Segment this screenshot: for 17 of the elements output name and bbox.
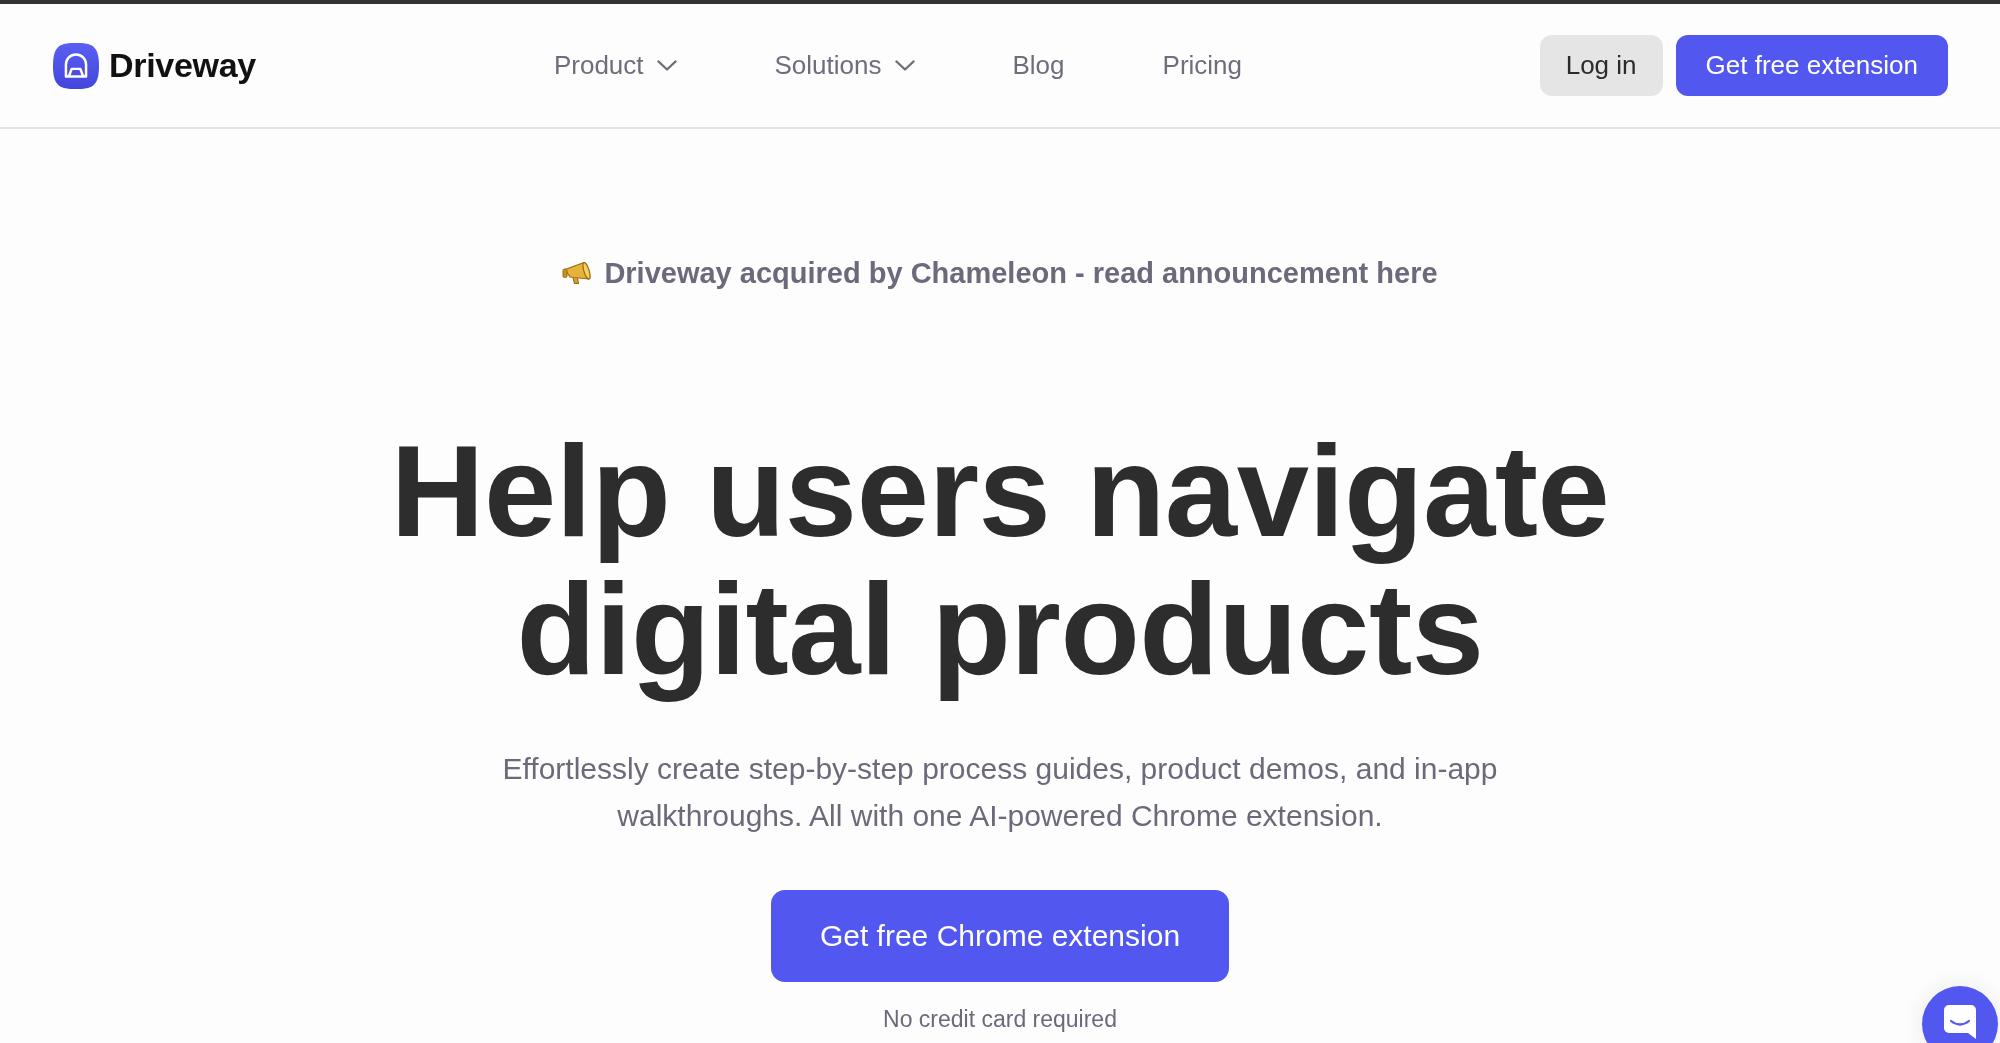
chevron-down-icon bbox=[656, 60, 677, 71]
hero-subtitle: Effortlessly create step-by-step process guides, product demos, and in-app walkthroughs. All with one AI-powered Chrome extension. bbox=[501, 751, 1499, 834]
no-credit-card-note: No credit card required bbox=[883, 1005, 1117, 1033]
get-extension-button[interactable]: Get free extension bbox=[1675, 35, 1948, 96]
nav-link[interactable]: Pricing bbox=[1162, 50, 1243, 81]
logo-link[interactable]: Driveway bbox=[53, 42, 256, 89]
nav-menu-link[interactable]: Product bbox=[553, 50, 677, 81]
nav-link[interactable]: Blog bbox=[1012, 50, 1065, 81]
login-button[interactable]: Log in bbox=[1539, 35, 1663, 96]
get-chrome-extension-button[interactable]: Get free Chrome extension bbox=[770, 890, 1230, 982]
chat-launcher-button[interactable] bbox=[1922, 986, 1998, 1043]
nav-menu-link[interactable]: Solutions bbox=[774, 50, 915, 81]
announcement-link[interactable]: Driveway acquired by Chameleon - read announcement here bbox=[562, 256, 1438, 290]
megaphone-icon bbox=[562, 260, 593, 286]
chevron-down-icon bbox=[894, 60, 915, 71]
chat-bubble-icon bbox=[1944, 1005, 1976, 1039]
logo-icon bbox=[53, 42, 99, 89]
